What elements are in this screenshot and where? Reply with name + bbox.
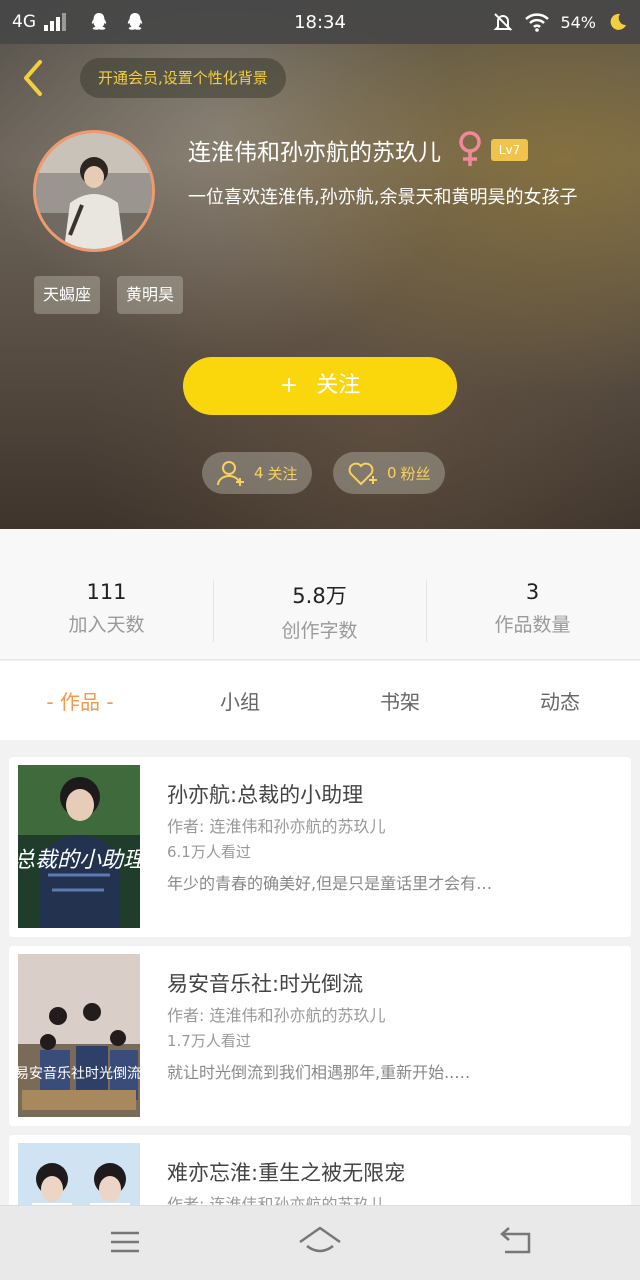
wifi-icon [525,13,550,32]
book-author: 作者: 连淮伟和孙亦航的苏玖儿 [167,1006,386,1025]
stat-label: 创作字数 [281,620,358,642]
book-author: 作者: 连淮伟和孙亦航的苏玖儿 [167,817,386,836]
book-description: 年少的青春的确美好,但是只是童话里才会有… [167,874,493,893]
battery-level: 54% [560,12,596,32]
stat-label: 作品数量 [494,614,571,636]
stat-value: 111 [86,580,127,604]
tab-groups[interactable]: 小组 [160,686,320,715]
cover-title: 总裁的小助理 [18,848,140,873]
female-icon [459,131,481,166]
tag-idol[interactable]: 黄明昊 [117,276,184,314]
book-views: 6.1万人看过 [167,843,251,861]
follow-button[interactable]: + 关注 [183,357,457,415]
tab-works[interactable]: - 作品 - [0,686,160,715]
mute-icon [494,13,513,31]
book-description: 就让时光倒流到我们相遇那年,重新开始..… [167,1063,471,1082]
following-button[interactable]: 4 关注 [202,452,312,494]
stat-works-count: 3 作品数量 [426,580,639,637]
stat-join-days: 111 加入天数 [0,580,213,637]
book-card[interactable]: 易安音乐社时光倒流 易安音乐社:时光倒流 作者: 连淮伟和孙亦航的苏玖儿 1.7… [9,946,631,1126]
book-cover [18,1143,140,1205]
book-card[interactable]: 难亦忘淮:重生之被无限宠 作者: 连淮伟和孙亦航的苏玖儿 [9,1135,631,1205]
level-badge: Lv7 [491,139,528,161]
tab-bookshelf[interactable]: 书架 [320,686,480,715]
status-bar: 4G 18:34 54% [0,0,640,44]
following-label: 关注 [267,464,298,483]
cover-title: 易安音乐社时光倒流 [18,1065,140,1082]
stat-word-count: 5.8万 创作字数 [213,580,426,643]
back-nav-icon[interactable] [493,1222,537,1262]
username: 连淮伟和孙亦航的苏玖儿 [188,140,441,166]
home-icon[interactable] [298,1222,342,1262]
network-label: 4G [12,12,36,32]
tag-zodiac[interactable]: 天蝎座 [34,276,101,314]
heart-add-icon [348,462,377,486]
book-cover: 总裁的小助理 [18,765,140,928]
fans-label: 粉丝 [400,464,431,483]
profile-header: 4G 18:34 54% 开通会员,设置个性化背景 连淮伟和孙亦航的苏玖儿 Lv… [0,0,640,529]
book-author: 作者: 连淮伟和孙亦航的苏玖儿 [167,1195,386,1205]
plus-icon: + [279,373,299,398]
stat-label: 加入天数 [68,614,145,636]
fans-button[interactable]: 0 粉丝 [333,452,445,494]
stat-value: 3 [525,580,540,604]
stat-value: 5.8万 [292,584,347,608]
book-views: 1.7万人看过 [167,1032,251,1050]
avatar[interactable] [33,130,155,252]
qq-icon [91,13,107,30]
vip-background-button[interactable]: 开通会员,设置个性化背景 [80,58,286,98]
signal-icon [44,13,66,31]
book-title: 孙亦航:总裁的小助理 [167,783,364,807]
back-icon[interactable] [16,56,52,100]
book-card[interactable]: 总裁的小助理 孙亦航:总裁的小助理 作者: 连淮伟和孙亦航的苏玖儿 6.1万人看… [9,757,631,937]
book-title: 易安音乐社:时光倒流 [167,972,364,996]
menu-icon[interactable] [103,1222,147,1262]
book-cover: 易安音乐社时光倒流 [18,954,140,1117]
tab-activity[interactable]: 动态 [480,686,640,715]
following-count: 4 [254,464,264,482]
user-add-icon [217,461,244,486]
book-title: 难亦忘淮:重生之被无限宠 [167,1161,406,1185]
moon-icon [610,13,626,30]
follow-label: 关注 [316,373,361,398]
fans-count: 0 [387,464,397,482]
qq-icon [127,13,143,30]
user-bio: 一位喜欢连淮伟,孙亦航,余景天和黄明昊的女孩子 [188,187,578,208]
